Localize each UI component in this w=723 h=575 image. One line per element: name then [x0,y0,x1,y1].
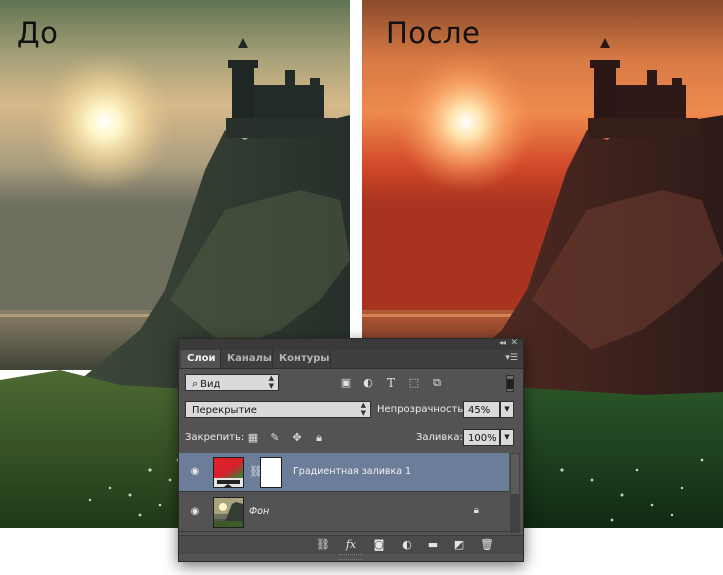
background-photo-thumbnail [213,497,244,528]
lock-brush-icon[interactable]: ✎ [268,431,282,445]
adjustment-icon[interactable]: ◐ [399,538,415,552]
blend-mode-value: Перекрытие [192,405,257,416]
panel-title-bar[interactable]: ◂◂ ✕ [179,338,523,350]
lock-move-icon[interactable]: ✥ [290,431,304,445]
tab-paths[interactable]: Контуры [273,350,331,368]
smart-object-filter-icon[interactable]: ⧉ [430,376,444,390]
collapse-panel-icon[interactable]: ◂◂ [499,338,506,347]
tab-layers[interactable]: Слои [181,350,221,368]
type-filter-icon[interactable]: T [384,376,398,390]
opacity-label: Непрозрачность: [377,404,467,415]
folder-icon[interactable]: ▬ [425,538,441,552]
lock-icon: 🔒︎ [473,505,479,516]
shape-filter-icon[interactable]: ⬚ [407,376,421,390]
lock-fill-row: Закрепить: ▦ ✎ ✥ 🔒︎ Заливка: 100% ▼ [179,427,523,449]
after-label: После [386,16,481,50]
blend-opacity-row: Перекрытие ▲ ▼ Непрозрачность: 45% ▼ [179,399,523,421]
layer-name[interactable]: Фон [249,506,269,517]
adjustment-filter-icon[interactable]: ◐ [361,376,375,390]
blend-mode-dropdown[interactable]: Перекрытие ▲ ▼ [185,401,371,418]
new-layer-icon[interactable]: ◩ [451,538,467,552]
gradient-fill-icon [213,457,244,488]
panel-tabs: Слои Каналы Контуры ▾☰ [179,350,523,369]
layer-row-gradient-fill[interactable]: ◉ ⛓ Градиентная заливка 1 [179,453,509,492]
filter-kind-value: Вид [200,379,221,390]
filter-kind-dropdown[interactable]: ⌕ Вид ▲ ▼ [185,374,279,391]
opacity-input[interactable]: 45% [463,401,500,418]
layers-list: ◉ ⛓ Градиентная заливка 1 ◉ Фон 🔒︎ [179,453,509,533]
chevron-updown-icon: ▲ ▼ [360,401,366,417]
visibility-eye-icon[interactable]: ◉ [188,505,202,519]
filter-toggle-switch[interactable] [506,375,514,392]
layers-scrollbar[interactable] [510,453,520,533]
filter-toggle-knob [507,379,513,389]
link-layers-icon[interactable]: ⛓ [315,538,331,552]
layers-bottom-toolbar: ⛓ fx ◙ ◐ ▬ ◩ 🗑︎ [179,535,523,554]
visibility-eye-icon[interactable]: ◉ [188,465,202,479]
layer-mask-thumbnail[interactable] [260,457,282,488]
layer-row-background[interactable]: ◉ Фон 🔒︎ [179,493,509,532]
search-icon: ⌕ [192,377,199,390]
chevron-updown-icon: ▲ ▼ [268,374,274,390]
close-panel-icon[interactable]: ✕ [510,338,518,348]
trash-icon[interactable]: 🗑︎ [479,538,495,552]
lock-all-icon[interactable]: 🔒︎ [312,431,326,445]
fill-input[interactable]: 100% [463,429,500,446]
fill-label: Заливка: [416,432,463,443]
mask-icon[interactable]: ◙ [371,538,387,552]
tab-channels[interactable]: Каналы [221,350,273,368]
lock-transparent-icon[interactable]: ▦ [246,431,260,445]
panel-menu-icon[interactable]: ▾☰ [505,353,518,363]
before-label: До [17,16,59,50]
layer-name[interactable]: Градиентная заливка 1 [293,466,411,477]
resize-grip[interactable] [339,554,363,560]
image-filter-icon[interactable]: ▣ [339,376,353,390]
layers-panel: ◂◂ ✕ Слои Каналы Контуры ▾☰ ⌕ Вид ▲ ▼ ▣ ◐ … [178,338,524,562]
fill-dropdown-button[interactable]: ▼ [500,429,514,446]
scrollbar-thumb[interactable] [511,454,519,494]
fx-icon[interactable]: fx [343,538,359,552]
lock-label: Закрепить: [185,432,245,443]
layer-filter-row: ⌕ Вид ▲ ▼ ▣ ◐ T ⬚ ⧉ [179,372,523,392]
opacity-dropdown-button[interactable]: ▼ [500,401,514,418]
